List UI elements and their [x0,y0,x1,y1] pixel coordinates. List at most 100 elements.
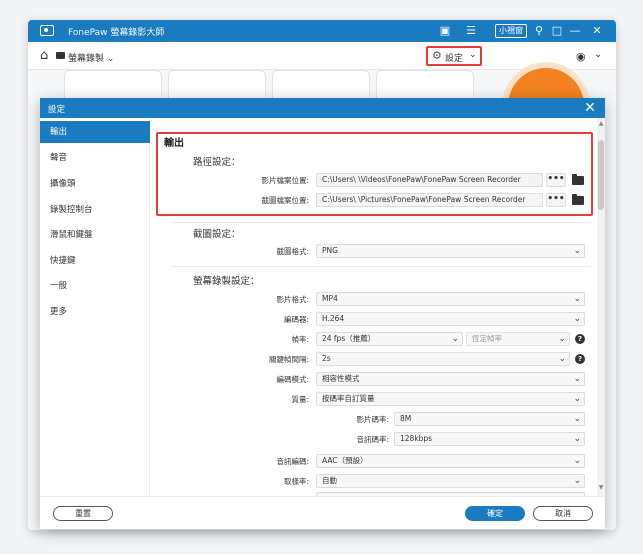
chevron-down-icon: ⌄ [558,354,566,364]
sidebar-item-mouse-keyboard[interactable]: 滑鼠和鍵盤 [40,224,150,246]
sidebar-item-recording-console[interactable]: 錄製控制台 [40,199,150,221]
chevron-down-icon: ⌄ [573,314,581,324]
encode-mode-value: 相容性模式 [322,374,360,383]
close-icon[interactable]: ✕ [581,99,599,117]
scrollbar[interactable]: ▲ ▼ [597,118,605,496]
encoder-value: H.264 [322,314,345,323]
settings-sidebar: 輸出 聲音 攝像頭 錄製控制台 滑鼠和鍵盤 快捷鍵 一般 更多 [40,118,150,496]
screenshot-settings-title: 截圖設定： [193,229,241,240]
chevron-down-icon: ⌄ [573,294,581,304]
quality-label: 質量: [291,395,309,404]
home-icon[interactable]: ⌂ [40,49,48,63]
menu-icon[interactable]: ☰ [464,24,478,38]
video-camera-icon [56,52,65,59]
record-mode-dropdown[interactable]: 螢幕錄製 ⌄ [68,51,114,64]
video-location-browse-button[interactable]: ••• [546,173,566,187]
encode-mode-select[interactable]: 相容性模式 ⌄ [316,372,585,386]
video-bitrate-select[interactable]: 8M ⌄ [394,412,585,426]
folder-icon[interactable] [572,174,584,185]
sidebar-item-general[interactable]: 一般 [40,275,150,297]
sidebar-item-sound[interactable]: 聲音 [40,147,150,169]
chevron-down-icon: ⌄ [573,414,581,424]
dialog-title: 設定 [48,105,66,115]
sample-rate-label: 取樣率: [283,477,309,486]
help-icon[interactable]: ? [575,334,585,344]
video-format-label: 影片格式: [276,295,309,304]
chat-icon[interactable]: ▣ [438,24,452,38]
divider [171,222,591,223]
screenshot-location-field[interactable]: C:\Users\ \Pictures\FonePaw\FonePaw Scre… [316,193,543,207]
folder-icon[interactable] [572,194,584,205]
framerate-label: 幀率: [291,335,309,344]
cancel-button[interactable]: 取消 [533,506,593,521]
reset-button[interactable]: 重置 [53,506,113,521]
chevron-down-icon: ⌄ [558,334,566,344]
ok-button[interactable]: 確定 [465,506,525,521]
quality-select[interactable]: 按碼率自訂質量 ⌄ [316,392,585,406]
quality-value: 按碼率自訂質量 [322,394,375,403]
dialog-titlebar: 設定 ✕ [40,98,605,118]
encoder-select[interactable]: H.264 ⌄ [316,312,585,326]
video-location-label: 影片檔案位置: [261,176,309,185]
screenshot-format-label: 截圖格式: [276,247,309,256]
sidebar-item-hotkeys[interactable]: 快捷鍵 [40,250,150,272]
app-toolbar: ⌂ 螢幕錄製 ⌄ ⚙ 設定 ⌄ ◉ ⌄ [28,42,616,70]
divider [171,266,591,267]
chevron-down-icon: ⌄ [573,374,581,384]
video-location-field[interactable]: C:\Users\ \Videos\FonePaw\FonePaw Screen… [316,173,543,187]
audio-bitrate-select[interactable]: 128kbps ⌄ [394,432,585,446]
chevron-down-icon: ⌄ [573,246,581,256]
audio-codec-label: 音訊編碼: [276,457,309,466]
app-logo-icon [40,25,54,36]
sample-rate-select[interactable]: 自動 ⌄ [316,474,585,488]
sidebar-item-output[interactable]: 輸出 [40,121,150,143]
chevron-down-icon: ⌄ [451,334,459,344]
keyframe-select[interactable]: 2s ⌄ [316,352,570,366]
minimize-icon[interactable]: — [568,24,582,38]
pin-icon[interactable]: ⚲ [532,24,546,38]
audio-codec-select[interactable]: AAC（預設） ⌄ [316,454,585,468]
sidebar-item-webcam[interactable]: 攝像頭 [40,173,150,195]
sidebar-item-more[interactable]: 更多 [40,301,150,323]
video-format-select[interactable]: MP4 ⌄ [316,292,585,306]
screenshot-format-select[interactable]: PNG ⌄ [316,244,585,258]
close-icon[interactable]: ✕ [590,24,604,38]
keyframe-label: 關鍵幀間隔: [268,355,309,364]
screenshot-location-browse-button[interactable]: ••• [546,193,566,207]
framerate-select[interactable]: 24 fps（推薦） ⌄ [316,332,463,346]
camera-icon[interactable]: ◉ [576,50,586,63]
restore-icon[interactable]: □ [550,24,564,38]
screenshot-format-value: PNG [322,246,338,255]
chevron-down-icon[interactable]: ⌄ [594,49,602,60]
path-settings-title: 路徑設定： [193,157,241,168]
scroll-down-icon[interactable]: ▼ [597,484,605,491]
app-title: FonePaw 螢幕錄影大師 [68,28,165,38]
fixed-framerate-select[interactable]: 恆定幀率 ⌄ [466,332,570,346]
framerate-value: 24 fps（推薦） [322,334,376,343]
mini-mode-button[interactable]: 小視窗 [495,24,527,38]
screenshot-location-label: 截圖檔案位置: [261,196,309,205]
scroll-up-icon[interactable]: ▲ [597,120,605,127]
scrollbar-thumb[interactable] [598,140,604,210]
fixed-framerate-value: 恆定幀率 [472,334,502,343]
audio-bitrate-label: 音訊碼率: [356,435,389,444]
video-format-value: MP4 [322,294,338,303]
dialog-footer: 重置 確定 取消 [40,496,605,529]
settings-content: 輸出 路徑設定： 影片檔案位置: C:\Users\ \Videos\FoneP… [151,118,597,496]
sample-rate-value: 自動 [322,476,337,485]
encode-mode-label: 編碼模式: [276,375,309,384]
chevron-down-icon: ⌄ [573,476,581,486]
help-icon[interactable]: ? [575,354,585,364]
section-title-output: 輸出 [164,138,184,149]
chevron-down-icon: ⌄ [573,434,581,444]
keyframe-value: 2s [322,354,331,363]
chevron-down-icon: ⌄ [573,456,581,466]
app-titlebar: FonePaw 螢幕錄影大師 ▣ ☰ 小視窗 ⚲ □ — ✕ [28,20,616,42]
encoder-label: 編碼器: [283,315,309,324]
audio-codec-value: AAC（預設） [322,456,368,465]
video-bitrate-label: 影片碼率: [356,415,389,424]
settings-dialog: 設定 ✕ 輸出 聲音 攝像頭 錄製控制台 滑鼠和鍵盤 快捷鍵 一般 更多 輸出 … [40,98,605,529]
chevron-down-icon: ⌄ [469,50,477,60]
settings-button[interactable]: ⚙ 設定 ⌄ [426,46,482,66]
chevron-down-icon: ⌄ [573,394,581,404]
